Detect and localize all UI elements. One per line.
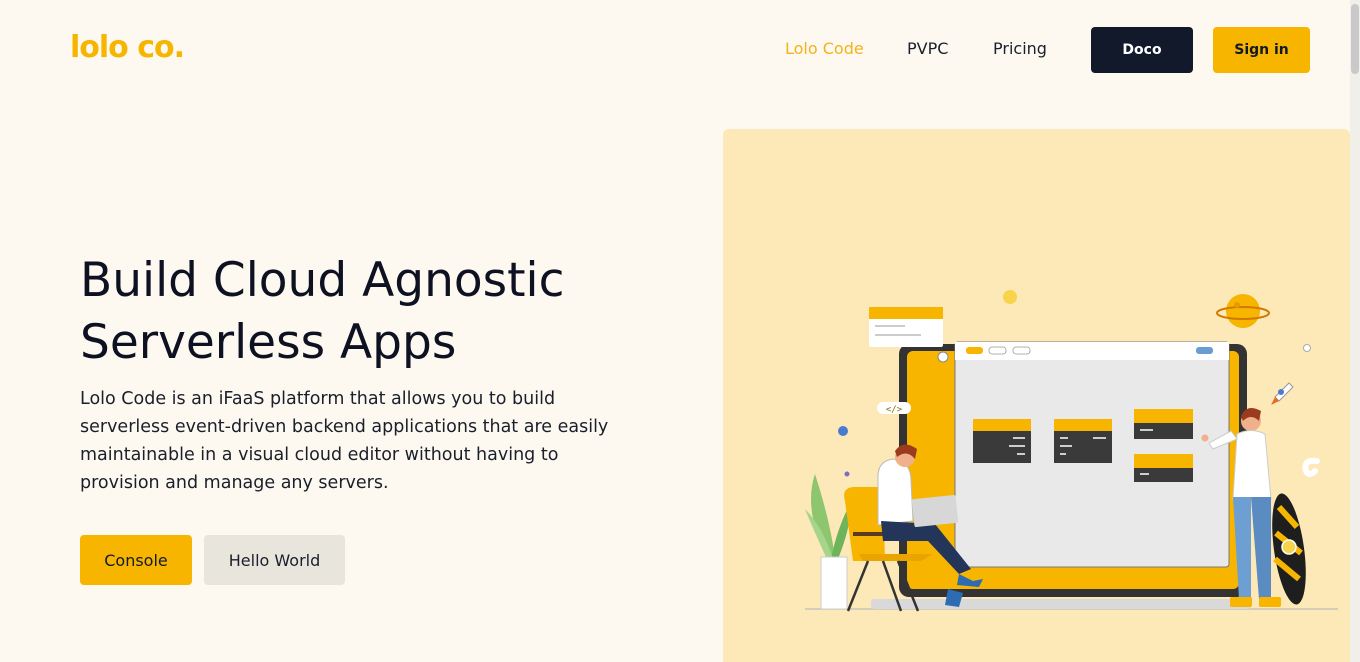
coin-icon (1003, 290, 1017, 304)
hero-title-line-2: Serverless Apps (80, 315, 457, 370)
monitor-illustration (871, 341, 1251, 609)
scrollbar[interactable] (1350, 0, 1360, 662)
node-block (1134, 454, 1193, 482)
doco-button[interactable]: Doco (1091, 27, 1193, 73)
node-block (1054, 419, 1112, 463)
rocket-icon (1271, 382, 1294, 405)
dot-icon (1303, 344, 1311, 352)
nav-pvpc[interactable]: PVPC (907, 39, 948, 58)
hero-description: Lolo Code is an iFaaS platform that allo… (80, 389, 609, 493)
planet-icon (1216, 294, 1270, 328)
dot-icon (844, 471, 850, 477)
magnet-icon (1302, 457, 1320, 477)
console-button[interactable]: Console (80, 535, 192, 585)
hello-world-button[interactable]: Hello World (204, 535, 345, 585)
floating-card-illustration (869, 307, 943, 347)
nav-lolo-code[interactable]: Lolo Code (785, 39, 864, 58)
svg-text:</>: </> (886, 405, 903, 415)
sign-in-button[interactable]: Sign in (1213, 27, 1310, 73)
hero-illustration-panel: </> (723, 129, 1350, 662)
code-tag-icon: </> (877, 402, 911, 415)
nav-pricing[interactable]: Pricing (993, 39, 1047, 58)
hero-illustration: </> (805, 290, 1338, 612)
dot-icon (838, 426, 848, 436)
node-block (973, 419, 1031, 463)
hero-title: Build Cloud Agnostic Serverless Apps (80, 250, 680, 374)
node-block (1134, 409, 1193, 439)
scrollbar-thumb[interactable] (1351, 4, 1359, 74)
main-nav: Lolo Code PVPC Pricing Doco Sign in (0, 27, 1360, 73)
hero-title-line-1: Build Cloud Agnostic (80, 253, 565, 308)
